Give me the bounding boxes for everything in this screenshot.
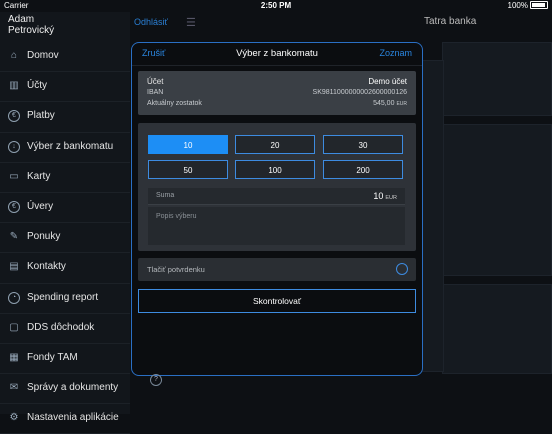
battery-indicator: 100% (508, 1, 548, 10)
iban-row: IBAN SK9811000000002600000126 (147, 89, 407, 96)
balance-label: Aktuálny zostatok (147, 100, 202, 107)
balance-value: 545,00 EUR (373, 100, 407, 107)
balance-currency: EUR (396, 101, 407, 107)
logout-link[interactable]: Odhlásiť (134, 17, 168, 27)
account-value: Demo účet (368, 77, 407, 86)
amount-section: 10 20 30 50 100 200 Suma 10 EUR Popis výb… (138, 123, 416, 251)
status-bar: Carrier 2:50 PM 100% (0, 0, 552, 12)
clock: 2:50 PM (260, 1, 292, 10)
menu-icon[interactable]: ☰ (186, 16, 196, 29)
sidebar-item-label: Kontakty (27, 261, 66, 273)
background-card (442, 42, 552, 116)
description-placeholder: Popis výberu (156, 213, 197, 220)
balance-amount: 545,00 (373, 100, 395, 107)
pension-icon: ▢ (9, 321, 19, 333)
sum-currency: EUR (385, 195, 397, 201)
sidebar-nav: ⌂ Domov ▥ Účty € Platby ↓ Výber z bankomatu … (0, 42, 130, 434)
submit-button[interactable]: Skontrolovať (138, 289, 416, 313)
user-first-name: Adam (8, 14, 35, 25)
sidebar-item-vyber[interactable]: ↓ Výber z bankomatu (0, 133, 130, 163)
sidebar-item-karty[interactable]: ▭ Karty (0, 163, 130, 193)
sidebar-item-label: Spending report (27, 291, 99, 303)
sidebar-item-label: Úvery (27, 200, 54, 212)
sidebar-item-label: Karty (27, 170, 51, 182)
sidebar-item-ponuky[interactable]: ✎ Ponuky (0, 223, 130, 254)
print-receipt-label: Tlačiť potvrdenku (147, 265, 205, 274)
print-receipt-row[interactable]: Tlačiť potvrdenku (138, 258, 416, 281)
balance-row: Aktuálny zostatok 545,00 EUR (147, 100, 407, 107)
bar-chart-icon: ▥ (9, 80, 19, 92)
account-info[interactable]: Účet Demo účet IBAN SK981100000000260000… (138, 71, 416, 115)
account-row: Účet Demo účet (147, 77, 407, 86)
account-label: Účet (147, 77, 164, 86)
dialog-header: Zrušiť Výber z bankomatu Zoznam (132, 43, 422, 66)
card-icon: ▭ (9, 170, 19, 182)
sidebar-item-spravy[interactable]: ✉ Správy a dokumenty (0, 374, 130, 405)
sidebar-item-ucty[interactable]: ▥ Účty (0, 72, 130, 103)
sidebar-item-uvery[interactable]: € Úvery (0, 193, 130, 224)
sidebar-item-fondy[interactable]: ▦ Fondy TAM (0, 344, 130, 375)
offer-icon: ✎ (9, 231, 19, 243)
contacts-icon: ▤ (9, 261, 19, 273)
sum-value-wrap: 10 EUR (373, 191, 397, 201)
atm-icon: ↓ (8, 140, 20, 153)
background-card (442, 124, 552, 276)
sidebar-item-label: Správy a dokumenty (27, 382, 119, 394)
sidebar-item-label: Účty (27, 80, 47, 92)
sum-field[interactable]: Suma 10 EUR (148, 188, 405, 205)
amount-button-200[interactable]: 200 (323, 160, 403, 179)
sidebar-item-label: Platby (27, 110, 55, 122)
amount-button-50[interactable]: 50 (148, 160, 228, 179)
print-receipt-radio[interactable] (396, 263, 408, 275)
settings-icon: ⚙ (9, 412, 19, 424)
iban-value: SK9811000000002600000126 (312, 89, 407, 96)
battery-label: 100% (507, 1, 528, 10)
list-button[interactable]: Zoznam (379, 48, 412, 58)
sidebar-item-domov[interactable]: ⌂ Domov (0, 42, 130, 73)
sidebar: Adam Petrovický ⌂ Domov ▥ Účty € Platby ↓ Vý… (0, 12, 130, 434)
payment-icon: € (8, 110, 20, 123)
sidebar-item-nastavenia[interactable]: ⚙ Nastavenia aplikácie (0, 404, 130, 434)
home-icon: ⌂ (10, 50, 18, 61)
sum-value: 10 (373, 191, 384, 201)
sidebar-item-label: Domov (27, 50, 59, 61)
sidebar-item-platby[interactable]: € Platby (0, 102, 130, 133)
sidebar-item-spending-report[interactable]: ◔ Spending report (0, 284, 130, 314)
help-icon[interactable]: ? (150, 374, 162, 386)
description-field[interactable]: Popis výberu (148, 207, 405, 245)
battery-icon (530, 1, 548, 9)
user-last-name: Petrovický (8, 25, 55, 36)
sidebar-item-label: DDS dôchodok (27, 321, 95, 333)
iban-label: IBAN (147, 89, 164, 96)
sidebar-item-label: Výber z bankomatu (27, 140, 114, 152)
amount-button-10[interactable]: 10 (148, 135, 228, 154)
sidebar-item-dds[interactable]: ▢ DDS dôchodok (0, 314, 130, 344)
background-card (420, 60, 444, 372)
atm-withdrawal-dialog: Zrušiť Výber z bankomatu Zoznam Účet Dem… (131, 42, 423, 376)
amount-button-30[interactable]: 30 (323, 135, 403, 154)
sidebar-item-kontakty[interactable]: ▤ Kontakty (0, 253, 130, 284)
funds-icon: ▦ (9, 351, 19, 363)
amount-button-100[interactable]: 100 (235, 160, 315, 179)
documents-icon: ✉ (9, 382, 19, 394)
user-name: Adam Petrovický (8, 14, 54, 36)
sidebar-item-label: Fondy TAM (27, 351, 78, 363)
report-icon: ◔ (8, 291, 20, 304)
loan-icon: € (8, 200, 20, 213)
bank-title: Tatra banka (424, 16, 477, 27)
sum-label: Suma (156, 192, 175, 199)
sidebar-item-label: Ponuky (27, 231, 61, 243)
background-card (442, 284, 552, 374)
amount-button-20[interactable]: 20 (235, 135, 315, 154)
